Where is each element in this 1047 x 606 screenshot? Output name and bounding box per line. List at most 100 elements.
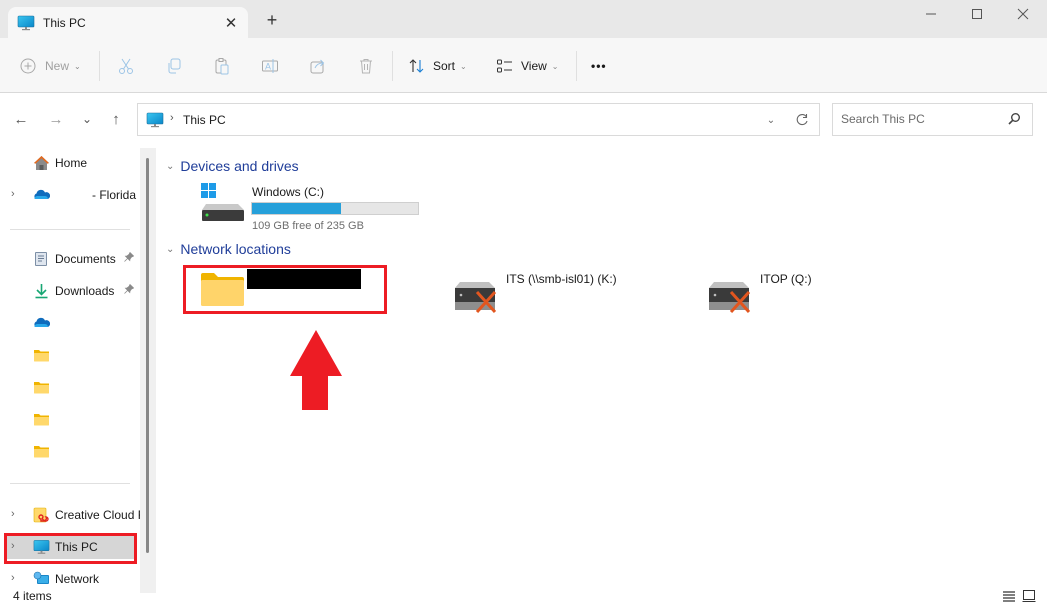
- downloads-icon: [33, 283, 50, 299]
- documents-icon: [33, 251, 50, 267]
- expand-chevron-icon[interactable]: ›: [11, 508, 15, 520]
- expand-chevron-icon[interactable]: ›: [11, 540, 15, 552]
- view-icon: [497, 59, 512, 73]
- minimize-icon: [926, 13, 936, 15]
- new-button[interactable]: New ⌄: [20, 52, 81, 80]
- onedrive-icon: [33, 315, 51, 331]
- share-icon: [310, 59, 325, 74]
- expand-chevron-icon[interactable]: ›: [11, 572, 15, 584]
- tab-this-pc[interactable]: This PC ✕: [8, 7, 248, 38]
- sidebar-item-folder[interactable]: [0, 375, 140, 399]
- folder-icon: [33, 411, 50, 427]
- sidebar-item-onedrive-org[interactable]: › - Florida S: [0, 183, 140, 207]
- chevron-down-icon: ⌄: [74, 61, 81, 71]
- chevron-down-icon: ⌄: [166, 243, 175, 255]
- breadcrumb-separator[interactable]: ›: [170, 112, 174, 124]
- search-box[interactable]: [832, 103, 1033, 136]
- pin-icon[interactable]: [124, 251, 135, 265]
- sidebar-item-folder[interactable]: [0, 439, 140, 463]
- chevron-down-icon: ⌄: [166, 160, 175, 172]
- sidebar-divider: [10, 483, 130, 484]
- view-button[interactable]: View ⌄: [496, 52, 559, 80]
- sidebar-divider: [10, 229, 130, 230]
- this-pc-icon: [146, 112, 164, 131]
- copy-button[interactable]: [165, 52, 183, 80]
- maximize-button[interactable]: [954, 0, 1000, 28]
- forward-button[interactable]: →: [45, 108, 67, 130]
- search-icon[interactable]: [1007, 112, 1021, 129]
- annotation-arrow-up-icon: [288, 328, 344, 415]
- search-input[interactable]: [841, 112, 1001, 126]
- disconnected-network-drive-icon: [455, 280, 503, 317]
- breadcrumb-this-pc[interactable]: This PC: [183, 113, 226, 127]
- new-label: New: [45, 59, 70, 73]
- status-bar: 4 items: [0, 588, 1047, 606]
- sidebar-item-folder[interactable]: [0, 407, 140, 431]
- group-header-devices[interactable]: ⌄ Devices and drives: [166, 158, 299, 174]
- paste-button[interactable]: [213, 52, 231, 80]
- sidebar-item-folder[interactable]: [0, 343, 140, 367]
- back-button[interactable]: ←: [10, 108, 32, 130]
- creative-cloud-icon: [33, 507, 50, 523]
- paste-icon: [215, 58, 229, 75]
- content-pane: ⌄ Devices and drives Windows (C:) 109 GB…: [160, 148, 1047, 588]
- local-drive-icon: [200, 182, 246, 225]
- group-title: Network locations: [180, 241, 291, 257]
- share-button[interactable]: [309, 52, 327, 80]
- sidebar-item-this-pc[interactable]: › This PC: [6, 535, 134, 559]
- folder-icon: [33, 379, 50, 395]
- sidebar-item-onedrive[interactable]: [0, 311, 140, 335]
- refresh-button[interactable]: [791, 109, 813, 131]
- sidebar-item-network[interactable]: › Network: [0, 567, 140, 590]
- refresh-icon: [796, 114, 808, 126]
- sidebar-item-label: Documents: [55, 252, 116, 266]
- chevron-down-icon: ⌄: [551, 61, 559, 71]
- sort-label: Sort: [433, 59, 456, 73]
- group-header-network-locations[interactable]: ⌄ Network locations: [166, 241, 291, 257]
- sidebar-item-label: Network: [55, 572, 100, 586]
- onedrive-icon: [33, 187, 51, 203]
- large-icons-view-button[interactable]: [1020, 588, 1038, 604]
- folder-icon: [33, 443, 50, 459]
- rename-icon: A: [262, 59, 278, 73]
- pin-icon[interactable]: [124, 283, 135, 297]
- close-window-button[interactable]: [1000, 0, 1046, 28]
- toolbar-divider: [99, 51, 100, 81]
- sidebar-scrollbar[interactable]: [140, 148, 156, 593]
- expand-chevron-icon[interactable]: ›: [11, 188, 15, 200]
- minimize-button[interactable]: [908, 0, 954, 28]
- cut-button[interactable]: [117, 52, 135, 80]
- sidebar-item-downloads[interactable]: Downloads: [0, 279, 140, 303]
- more-options-button[interactable]: •••: [591, 52, 607, 80]
- scrollbar-thumb[interactable]: [146, 158, 149, 553]
- item-count: 4 items: [13, 589, 52, 603]
- address-history-dropdown[interactable]: ⌄: [762, 110, 780, 130]
- recent-locations-button[interactable]: ⌄: [76, 108, 98, 130]
- sort-button[interactable]: Sort ⌄: [408, 52, 467, 80]
- sidebar-item-documents[interactable]: Documents: [0, 247, 140, 271]
- address-bar[interactable]: › This PC ⌄: [137, 103, 820, 136]
- sidebar-item-creative-cloud[interactable]: › Creative Cloud F: [0, 503, 140, 527]
- up-button[interactable]: ↑: [105, 108, 127, 130]
- new-tab-button[interactable]: +: [262, 10, 282, 30]
- network-drive-label: ITS (\\smb-isl01) (K:): [506, 272, 617, 286]
- svg-text:A: A: [265, 62, 271, 72]
- folder-icon: [200, 272, 246, 311]
- details-view-button[interactable]: [1000, 588, 1018, 604]
- navigation-pane: Home › - Florida S Documents Downl: [0, 145, 140, 590]
- large-icons-view-icon: [1022, 590, 1036, 602]
- close-tab-button[interactable]: ✕: [221, 13, 241, 33]
- rename-button[interactable]: A: [261, 52, 279, 80]
- sidebar-item-label: Creative Cloud F: [55, 508, 140, 522]
- cut-icon: [119, 58, 133, 74]
- this-pc-icon: [17, 15, 35, 34]
- delete-button[interactable]: [357, 52, 375, 80]
- more-icon: •••: [591, 59, 607, 73]
- view-label: View: [521, 59, 547, 73]
- sidebar-item-home[interactable]: Home: [0, 151, 140, 175]
- redacted-label: [247, 269, 361, 289]
- maximize-icon: [972, 9, 982, 19]
- details-view-icon: [1003, 591, 1015, 602]
- copy-icon: [168, 58, 181, 74]
- network-drive-label: ITOP (Q:): [760, 272, 812, 286]
